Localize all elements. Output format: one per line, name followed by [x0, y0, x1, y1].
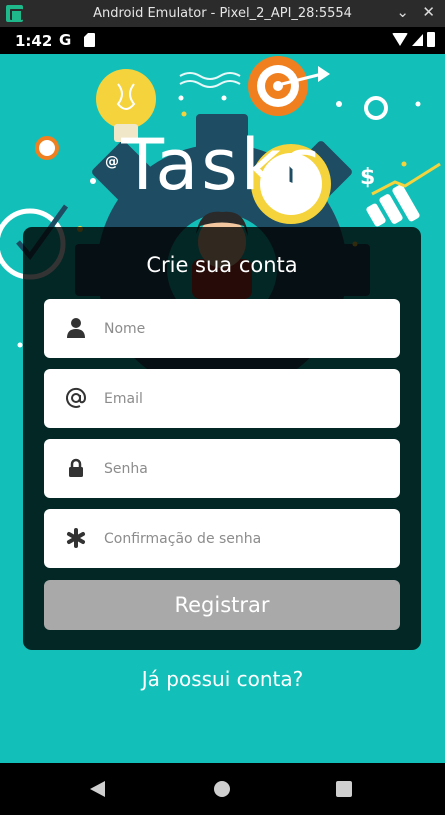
status-time: 1:42	[15, 32, 53, 50]
signal-icon	[412, 33, 423, 46]
login-link[interactable]: Já possui conta?	[0, 667, 445, 691]
chevron-down-icon[interactable]: ⌄	[396, 3, 409, 21]
back-icon[interactable]	[90, 781, 105, 797]
app-title: Tasks	[121, 124, 324, 206]
email-field[interactable]	[44, 369, 400, 428]
google-icon: G	[59, 31, 72, 49]
form-subtitle: Crie sua conta	[146, 253, 298, 277]
at-icon	[64, 386, 88, 410]
password-field[interactable]	[44, 439, 400, 498]
recents-icon[interactable]	[336, 781, 352, 797]
name-field[interactable]	[44, 299, 400, 358]
wifi-icon	[392, 33, 408, 46]
lock-icon	[64, 456, 88, 480]
confirm-password-field[interactable]	[44, 509, 400, 568]
email-input[interactable]	[104, 369, 384, 428]
register-form: Crie sua conta Registrar	[23, 227, 421, 650]
battery-icon	[427, 32, 435, 47]
password-input[interactable]	[104, 439, 384, 498]
register-button[interactable]: Registrar	[44, 580, 400, 630]
asterisk-icon	[64, 526, 88, 550]
app-screen: $ @ Tasks Crie sua conta Nome Email Regi…	[0, 54, 445, 763]
user-icon	[64, 316, 88, 340]
confirm-password-input[interactable]	[104, 509, 384, 568]
target-illustration	[248, 56, 330, 116]
sd-card-icon	[84, 33, 95, 47]
close-icon[interactable]: ✕	[422, 3, 435, 21]
emulator-title: Android Emulator - Pixel_2_API_28:5554	[93, 6, 352, 21]
emulator-titlebar: Android Emulator - Pixel_2_API_28:5554 ⌄…	[0, 0, 445, 27]
status-bar: 1:42 G	[0, 27, 445, 54]
home-icon[interactable]	[214, 781, 230, 797]
navigation-bar	[0, 763, 445, 815]
name-input[interactable]	[104, 299, 384, 358]
